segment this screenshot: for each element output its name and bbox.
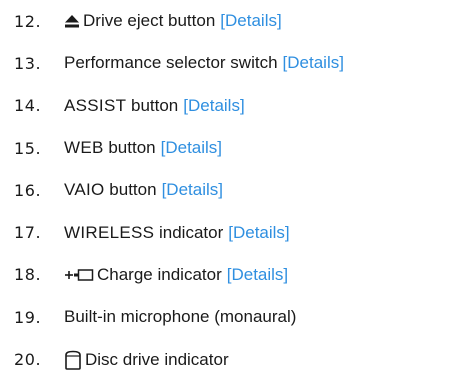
list-item-16: 16. VAIO button [Details]: [14, 169, 464, 211]
item-label-prefix: ASSIST: [64, 95, 127, 115]
item-label-prefix: VAIO: [64, 180, 105, 200]
item-number: 18.: [14, 265, 42, 285]
list-item-19: 19. Built-in microphone (monaural): [14, 296, 464, 338]
disc-drive-icon: [64, 350, 82, 370]
item-label: button: [126, 95, 179, 115]
details-link[interactable]: [Details]: [283, 53, 344, 73]
item-label: button: [103, 138, 156, 158]
item-number: 13.: [14, 53, 42, 73]
item-label: Drive eject button: [83, 11, 216, 31]
item-label: indicator: [154, 222, 224, 242]
item-label: button: [104, 180, 157, 200]
item-number: 15.: [14, 138, 42, 158]
item-number: 16.: [14, 180, 42, 200]
item-label: Built-in microphone (monaural): [64, 307, 297, 327]
item-number: 17.: [14, 223, 42, 243]
list-item-20: 20. Disc drive indicator: [14, 338, 464, 380]
charge-icon: [64, 268, 94, 282]
details-link[interactable]: [Details]: [162, 180, 223, 200]
list-item-18: 18. Charge indicator [Details]: [14, 254, 464, 296]
details-link[interactable]: [Details]: [227, 265, 288, 285]
list-item-12: 12. Drive eject button [Details]: [14, 0, 464, 42]
details-link[interactable]: [Details]: [220, 11, 281, 31]
details-link[interactable]: [Details]: [183, 96, 244, 116]
item-number: 14.: [14, 96, 42, 116]
list-item-14: 14. ASSIST button [Details]: [14, 85, 464, 127]
list-item-13: 13. Performance selector switch [Details…: [14, 42, 464, 84]
item-label: Charge indicator: [97, 264, 222, 284]
item-number: 12.: [14, 11, 42, 31]
item-label-prefix: WEB: [64, 138, 104, 158]
component-list: 12. Drive eject button [Details] 13. Per…: [14, 0, 464, 381]
item-label: Disc drive indicator: [85, 349, 229, 369]
item-number: 19.: [14, 307, 42, 327]
item-label: Performance selector switch: [64, 53, 278, 73]
item-label-prefix: WIRELESS: [64, 222, 155, 242]
eject-icon: [64, 14, 80, 28]
list-item-17: 17. WIRELESS indicator [Details]: [14, 211, 464, 253]
details-link[interactable]: [Details]: [161, 138, 222, 158]
details-link[interactable]: [Details]: [228, 223, 289, 243]
item-number: 20.: [14, 350, 42, 370]
list-item-15: 15. WEB button [Details]: [14, 127, 464, 169]
